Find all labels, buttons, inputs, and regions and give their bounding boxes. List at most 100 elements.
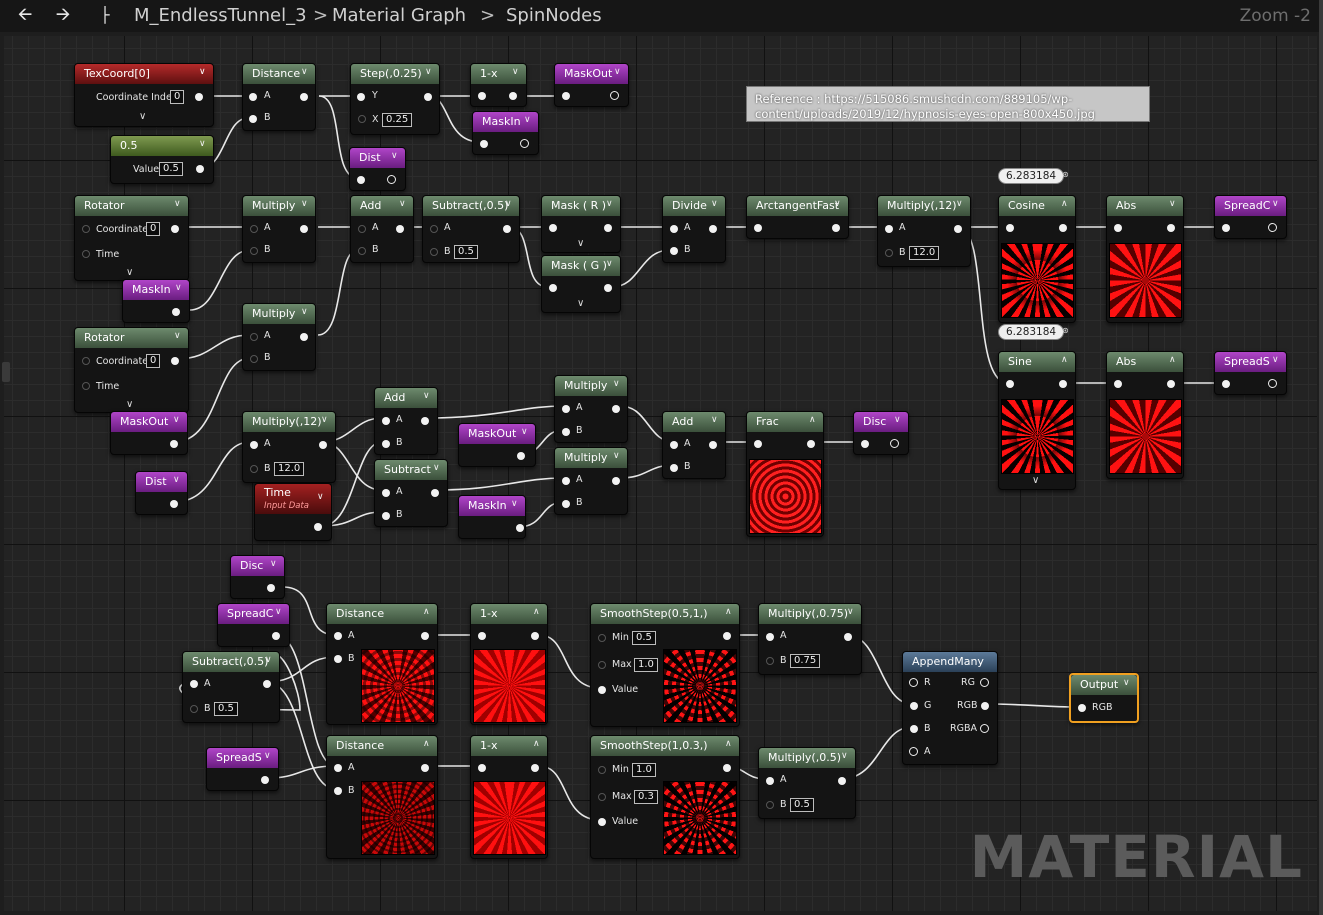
node-add[interactable]: Add ∨ A B	[662, 411, 726, 479]
input-pin-b[interactable]	[190, 705, 198, 713]
input-pin-min[interactable]	[598, 634, 606, 642]
input-pin-a[interactable]	[250, 225, 258, 233]
expand-arrow-icon[interactable]: ∨	[577, 238, 584, 249]
input-pin[interactable]	[1114, 224, 1122, 232]
output-pin[interactable]	[1167, 224, 1175, 232]
input-pin[interactable]	[478, 632, 486, 640]
output-pin[interactable]	[832, 224, 840, 232]
chevron-up-icon[interactable]: ∧	[1061, 355, 1069, 365]
input-pin-a[interactable]	[358, 225, 366, 233]
chevron-up-icon[interactable]: ∧	[1061, 199, 1069, 209]
output-pin[interactable]	[723, 632, 731, 640]
input-pin-a[interactable]	[562, 477, 570, 485]
input-pin-b[interactable]	[358, 247, 366, 255]
input-pin-a[interactable]	[250, 441, 258, 449]
expand-arrow-icon[interactable]: ∨	[577, 298, 584, 309]
node-spreadc[interactable]: SpreadC ∨	[217, 603, 290, 647]
exec-pin[interactable]	[520, 139, 529, 148]
output-pin[interactable]	[807, 440, 815, 448]
chevron-up-icon[interactable]: ∧	[809, 415, 817, 425]
output-pin[interactable]	[314, 523, 322, 531]
chevron-down-icon[interactable]: ∨	[511, 499, 519, 509]
output-pin[interactable]	[1167, 380, 1175, 388]
input-pin-a[interactable]	[382, 417, 390, 425]
chevron-down-icon[interactable]: ∨	[175, 283, 183, 293]
chevron-up-icon[interactable]: ∧	[533, 739, 541, 749]
output-pin[interactable]	[421, 764, 429, 772]
node-multiply[interactable]: Multiply ∨ A B	[554, 375, 628, 443]
input-pin-b[interactable]	[670, 247, 678, 255]
chevron-down-icon[interactable]: ∨	[841, 751, 849, 761]
chevron-down-icon[interactable]: ∨	[1169, 199, 1177, 209]
output-pin[interactable]	[1059, 380, 1067, 388]
chevron-down-icon[interactable]: ∨	[711, 415, 719, 425]
chevron-down-icon[interactable]: ∨	[433, 463, 441, 473]
chevron-down-icon[interactable]: ∨	[834, 199, 842, 209]
input-pin[interactable]	[1222, 380, 1230, 388]
output-pin[interactable]	[612, 405, 620, 413]
node-subtract[interactable]: Subtract(,0.5) ∨ A B 0.5	[422, 195, 520, 263]
node-distance[interactable]: Distance ∧ A B	[326, 735, 438, 859]
output-pin[interactable]	[709, 441, 717, 449]
input-pin-value[interactable]	[598, 818, 606, 826]
node-add[interactable]: Add ∨ A B	[350, 195, 414, 263]
chevron-down-icon[interactable]: ∨	[399, 199, 407, 209]
node-abs[interactable]: Abs ∧	[1106, 351, 1184, 479]
input-pin-time[interactable]	[82, 250, 90, 258]
output-pin[interactable]	[171, 225, 179, 233]
node-mask-g[interactable]: Mask ( G ) ∨ ∨	[541, 255, 621, 313]
input-pin[interactable]	[1222, 224, 1230, 232]
b-value-field[interactable]: 0.75	[790, 654, 821, 668]
node-smoothstep[interactable]: SmoothStep(1,0.3,) ∧ Min 1.0 Max 0.3 Val…	[590, 735, 740, 859]
node-constant[interactable]: 0.5 ∨ Value 0.5	[110, 135, 214, 184]
node-maskin[interactable]: MaskIn ∨	[472, 111, 539, 155]
input-pin[interactable]	[562, 92, 570, 100]
output-pin[interactable]	[272, 632, 280, 640]
node-time[interactable]: Time Input Data ∨	[254, 483, 332, 541]
chevron-down-icon[interactable]: ∨	[264, 751, 272, 761]
chevron-up-icon[interactable]: ∧	[533, 607, 541, 617]
chevron-down-icon[interactable]: ∨	[173, 475, 181, 485]
x-value-field[interactable]: 0.25	[382, 113, 413, 127]
chevron-down-icon[interactable]: ∨	[606, 199, 614, 209]
node-one-minus[interactable]: 1-x ∧	[470, 735, 548, 859]
chevron-up-icon[interactable]: ∧	[423, 607, 431, 617]
output-pin[interactable]	[531, 764, 539, 772]
chevron-down-icon[interactable]: ∨	[1123, 678, 1131, 688]
scrollbar[interactable]	[1319, 0, 1323, 915]
output-pin[interactable]	[170, 440, 178, 448]
b-value-field[interactable]: 12.0	[909, 246, 940, 260]
input-pin-value[interactable]	[598, 686, 606, 694]
output-pin[interactable]	[424, 93, 432, 101]
chevron-down-icon[interactable]: ∨	[423, 391, 431, 401]
node-multiply[interactable]: Multiply ∨ A B	[554, 447, 628, 515]
chevron-down-icon[interactable]: ∨	[894, 415, 902, 425]
pin-icon[interactable]: ⊛	[1062, 170, 1069, 179]
output-pin[interactable]	[723, 764, 731, 772]
input-pin-b[interactable]	[250, 247, 258, 255]
input-pin[interactable]	[478, 764, 486, 772]
output-pin[interactable]	[300, 225, 308, 233]
chevron-up-icon[interactable]: ∧	[725, 607, 733, 617]
node-step[interactable]: Step(,0.25) ∨ Y X 0.25	[350, 63, 440, 135]
input-pin[interactable]	[861, 440, 869, 448]
input-pin[interactable]	[549, 284, 557, 292]
min-value-field[interactable]: 1.0	[632, 763, 656, 777]
output-pin[interactable]	[421, 417, 429, 425]
chevron-down-icon[interactable]: ∨	[505, 199, 513, 209]
chevron-down-icon[interactable]: ∨	[1272, 199, 1280, 209]
input-pin-b[interactable]	[249, 115, 257, 123]
chevron-down-icon[interactable]: ∨	[613, 379, 621, 389]
chevron-down-icon[interactable]: ∨	[391, 151, 399, 161]
chevron-down-icon[interactable]: ∨	[847, 607, 855, 617]
input-pin-rgb[interactable]	[1078, 704, 1086, 712]
b-value-field[interactable]: 0.5	[790, 798, 814, 812]
chevron-down-icon[interactable]: ∨	[956, 199, 964, 209]
output-pin[interactable]	[171, 357, 179, 365]
node-spreadc[interactable]: SpreadC ∨	[1214, 195, 1287, 239]
node-frac[interactable]: Frac ∧	[746, 411, 824, 537]
input-pin-max[interactable]	[598, 661, 606, 669]
input-pin-coordinate[interactable]	[82, 357, 90, 365]
max-value-field[interactable]: 0.3	[634, 790, 658, 804]
output-pin[interactable]	[604, 224, 612, 232]
